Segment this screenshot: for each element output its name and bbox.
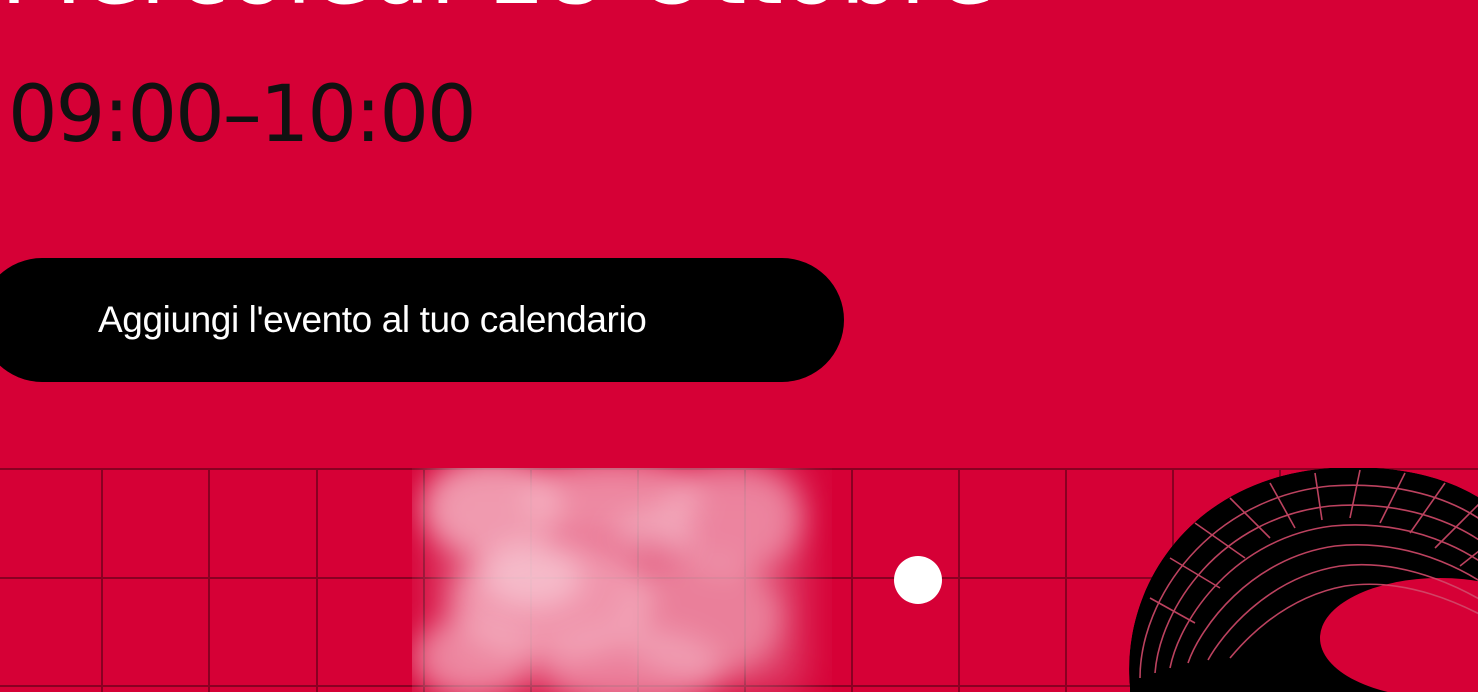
event-date: Mercoledì 18 Ottobre <box>0 0 995 18</box>
decorative-graphic <box>0 468 1478 692</box>
white-dot <box>894 556 942 604</box>
add-to-calendar-button[interactable]: Aggiungi l'evento al tuo calendario <box>0 258 844 382</box>
event-page: Mercoledì 18 Ottobre 09:00–10:00 Aggiung… <box>0 0 1478 692</box>
smoke-cloud <box>412 468 802 692</box>
wireframe-torus-icon <box>1129 468 1478 692</box>
event-time: 09:00–10:00 <box>8 70 477 160</box>
